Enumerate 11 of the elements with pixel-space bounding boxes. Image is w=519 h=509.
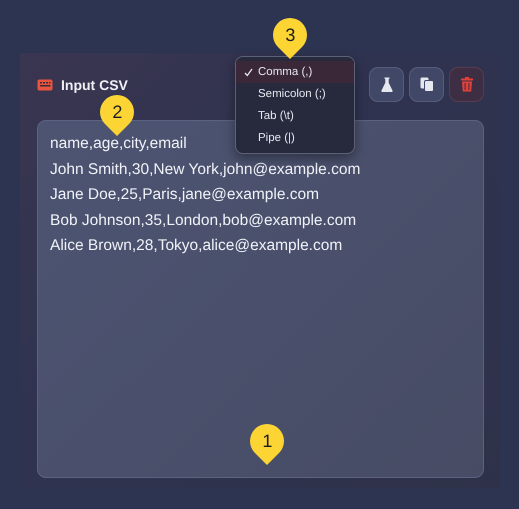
- flask-icon: [380, 77, 392, 92]
- copy-icon: [420, 77, 434, 92]
- sample-button[interactable]: [369, 67, 404, 102]
- trash-icon: [460, 77, 472, 92]
- copy-button[interactable]: [409, 67, 444, 102]
- check-icon: [244, 68, 253, 77]
- menu-item[interactable]: Pipe (|): [236, 127, 354, 149]
- delete-button[interactable]: [449, 67, 484, 102]
- keyboard-icon: [37, 78, 53, 90]
- menu-item[interactable]: Semicolon (;): [236, 83, 354, 105]
- menu-item[interactable]: Comma (,): [236, 61, 354, 83]
